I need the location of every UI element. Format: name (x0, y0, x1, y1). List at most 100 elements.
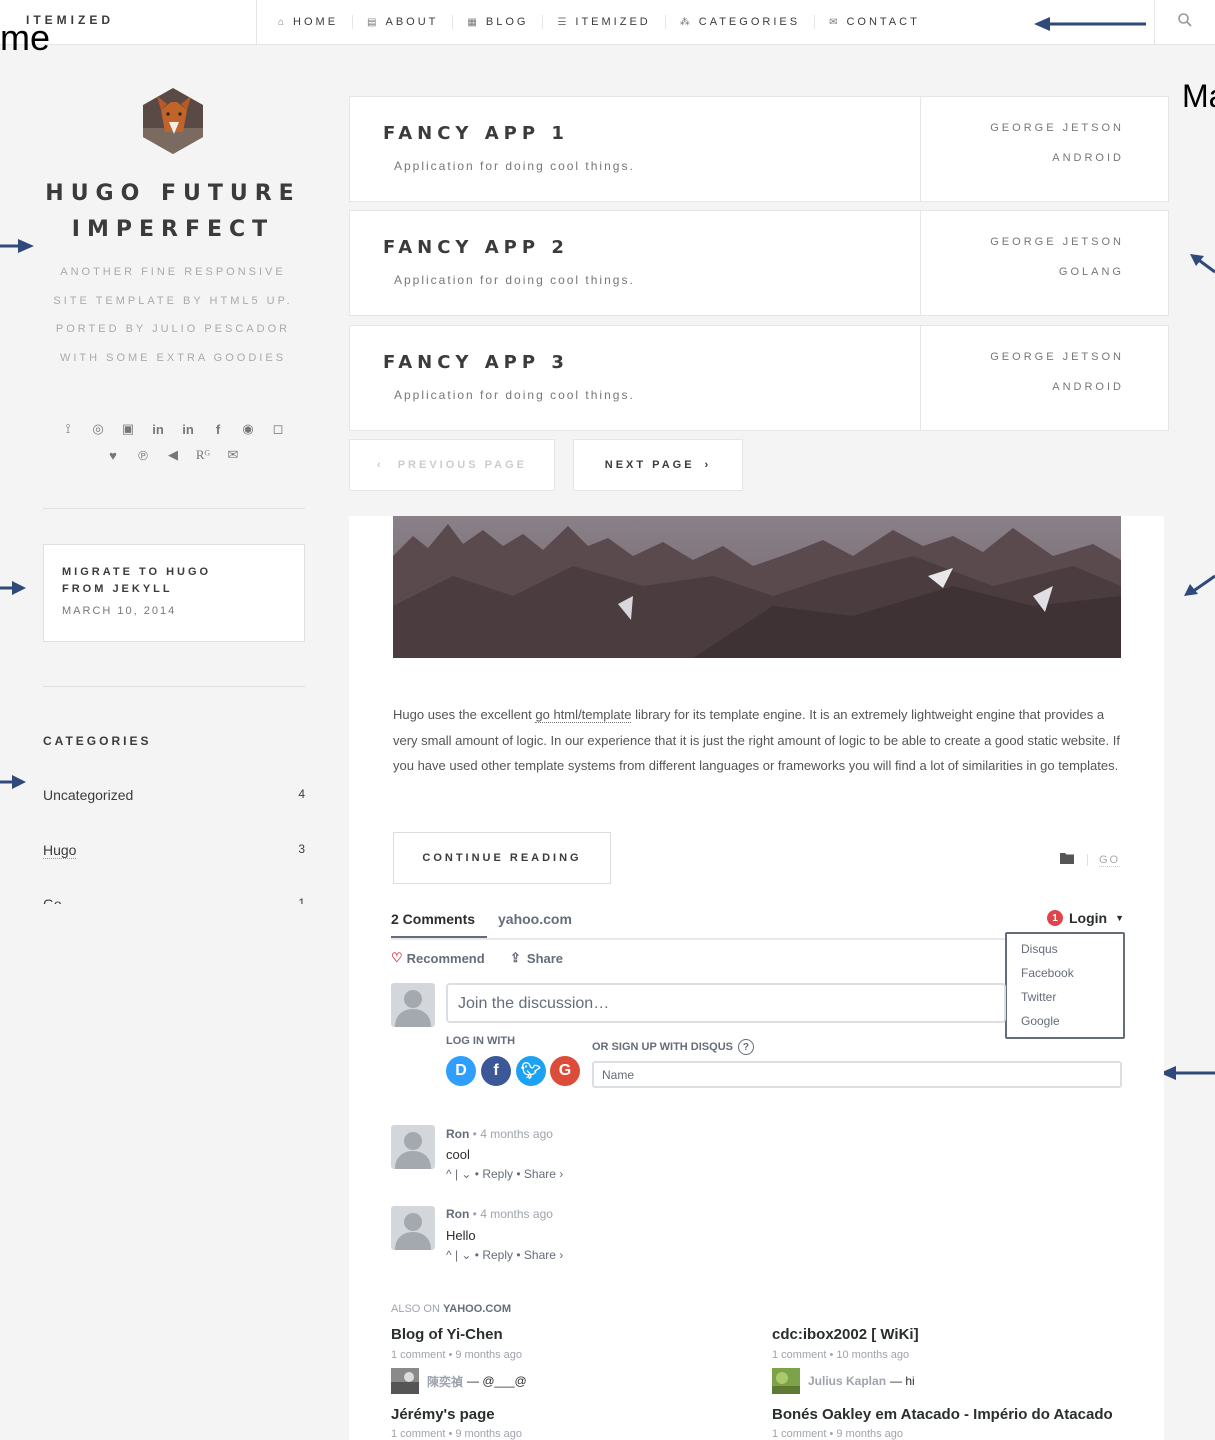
app-title[interactable]: FANCY APP 2 (383, 237, 569, 258)
comment-author[interactable]: Ron • 4 months ago (446, 1207, 553, 1221)
telegram-icon[interactable]: ◀ (165, 447, 181, 463)
share-label: Share (526, 950, 564, 966)
nav-contact[interactable]: ✉ CONTACT (814, 15, 934, 29)
recent-post-title[interactable]: MIGRATE TO HUGO FROM JEKYLL (62, 564, 242, 598)
instagram-icon[interactable]: ◻ (270, 421, 286, 437)
category-name[interactable]: Uncategorized (43, 787, 133, 803)
comment-count-tab[interactable]: 2 Comments (391, 911, 475, 927)
app-tag[interactable]: GOLANG (1059, 266, 1124, 278)
newspaper-icon: ▦ (467, 16, 480, 28)
recent-post-card[interactable]: MIGRATE TO HUGO FROM JEKYLL MARCH 10, 20… (43, 544, 305, 642)
app-tag[interactable]: ANDROID (1052, 152, 1124, 164)
category-name[interactable]: Hugo (43, 842, 77, 859)
category-name[interactable]: Go (43, 896, 62, 904)
linkedin-icon[interactable]: in (150, 422, 166, 437)
app-title[interactable]: FANCY APP 3 (383, 352, 569, 373)
author-name[interactable]: Ron (446, 1207, 469, 1221)
related-discussion-snippet[interactable]: Julius Kaplan — hi (772, 1368, 915, 1394)
sidebar-divider (43, 686, 305, 687)
app-tag[interactable]: ANDROID (1052, 381, 1124, 393)
related-discussion-snippet[interactable]: 陳奕禎 — @___@ (391, 1368, 527, 1394)
comment-time[interactable]: • 4 months ago (469, 1127, 553, 1141)
login-menu: Disqus Facebook Twitter Google (1005, 932, 1125, 1039)
app-card[interactable]: FANCY APP 2 Application for doing cool t… (349, 210, 1169, 316)
article-link[interactable]: go html/template (535, 707, 632, 723)
github-icon[interactable]: ◎ (90, 421, 106, 437)
app-subtitle: Application for doing cool things. (394, 159, 635, 173)
related-discussion-title[interactable]: Blog of Yi-Chen (391, 1326, 503, 1343)
twitter-login-button[interactable]: 🐦︎ (516, 1056, 546, 1086)
rss-icon[interactable]: ⟟ (60, 421, 76, 437)
app-author: GEORGE JETSON (990, 122, 1124, 134)
comment-actions[interactable]: ^ | ⌄ • Reply • Share › (446, 1248, 563, 1262)
site-title: HUGO FUTURE IMPERFECT (45, 181, 301, 242)
login-menu-item[interactable]: Facebook (1021, 966, 1074, 980)
facebook-icon[interactable]: f (210, 422, 226, 437)
linkedin-icon[interactable]: in (180, 422, 196, 437)
article-tag[interactable]: GO (1099, 854, 1121, 867)
heart-icon: ♡ (391, 950, 403, 965)
related-discussion-meta: 1 comment • 9 months ago (391, 1349, 523, 1361)
help-icon[interactable]: ? (737, 1039, 754, 1055)
login-menu-item[interactable]: Disqus (1021, 942, 1058, 956)
category-item[interactable]: Hugo 3 (43, 842, 305, 859)
next-page-button[interactable]: NEXT PAGE › (573, 439, 743, 491)
comment-actions[interactable]: ^ | ⌄ • Reply • Share › (446, 1167, 563, 1181)
app-author: GEORGE JETSON (990, 351, 1124, 363)
bitbucket-icon[interactable]: ▣ (120, 421, 136, 437)
email-icon[interactable]: ✉ (225, 447, 241, 463)
article-excerpt: Hugo uses the excellent go html/template… (393, 702, 1121, 779)
notification-badge: 1 (1047, 910, 1063, 926)
share-button[interactable]: ⇪ Share (510, 950, 563, 966)
nav-home[interactable]: ⌂ HOME (278, 15, 352, 29)
nav-blog[interactable]: ▦ BLOG (452, 15, 542, 29)
commenter-thumbnail (772, 1368, 800, 1394)
app-card[interactable]: FANCY APP 1 Application for doing cool t… (349, 96, 1169, 202)
related-discussion-title[interactable]: Jérémy's page (391, 1406, 495, 1423)
annotation-arrow (1034, 17, 1146, 31)
nav-divider (1154, 0, 1155, 44)
nav-about[interactable]: ▤ ABOUT (352, 15, 452, 29)
nav-categories[interactable]: ⁂ CATEGORIES (664, 15, 814, 29)
google-login-button[interactable]: G (550, 1056, 580, 1086)
continue-reading-button[interactable]: CONTINUE READING (393, 832, 611, 884)
login-dropdown[interactable]: 1 Login ▼ (1047, 910, 1124, 926)
category-item[interactable]: Uncategorized 4 (43, 787, 305, 803)
author-name[interactable]: Ron (446, 1127, 469, 1141)
login-menu-item[interactable]: Twitter (1021, 990, 1056, 1004)
comment-time[interactable]: • 4 months ago (469, 1207, 553, 1221)
app-subtitle: Application for doing cool things. (394, 273, 635, 287)
recommend-button[interactable]: ♡ Recommend (391, 950, 485, 966)
share-icon: ⇪ (510, 950, 521, 965)
twitter-icon[interactable]: ♥ (105, 448, 121, 463)
reddit-icon[interactable]: ◉ (240, 421, 256, 437)
commenter-thumbnail (391, 1368, 419, 1394)
recommend-label: Recommend (406, 950, 485, 966)
disqus-login-button[interactable]: D (446, 1056, 476, 1086)
pinterest-icon[interactable]: ℗ (135, 448, 151, 463)
comment-input[interactable]: Join the discussion… (446, 983, 1006, 1023)
related-discussion-title[interactable]: cdc:ibox2002 [ WiKi] (772, 1326, 919, 1343)
avatar[interactable] (143, 88, 203, 154)
app-title[interactable]: FANCY APP 1 (383, 123, 569, 144)
related-discussion-meta: 1 comment • 9 months ago (772, 1428, 904, 1440)
annotation-arrow (0, 775, 26, 789)
commenter-avatar[interactable] (391, 1206, 435, 1250)
comment-author[interactable]: Ron • 4 months ago (446, 1127, 553, 1141)
category-item[interactable]: Go 1 (43, 896, 305, 904)
app-card[interactable]: FANCY APP 3 Application for doing cool t… (349, 325, 1169, 431)
search-icon[interactable] (1177, 12, 1193, 28)
related-discussion-title[interactable]: Bonés Oakley em Atacado - Império do Ata… (772, 1406, 1113, 1423)
login-menu-item[interactable]: Google (1021, 1014, 1060, 1028)
nav-itemized[interactable]: ☰ ITEMIZED (542, 15, 664, 29)
previous-page-button[interactable]: ‹ PREVIOUS PAGE (349, 439, 555, 491)
facebook-login-button[interactable]: f (481, 1056, 511, 1086)
researchgate-icon[interactable]: Rᴳ (195, 447, 211, 463)
chevron-right-icon: › (704, 459, 712, 471)
card-divider (920, 97, 921, 201)
commenter-avatar[interactable] (391, 1125, 435, 1169)
app-author: GEORGE JETSON (990, 236, 1124, 248)
signup-text: OR SIGN UP WITH DISQUS (592, 1041, 733, 1053)
name-input[interactable]: Name (592, 1061, 1122, 1088)
community-tab[interactable]: yahoo.com (498, 911, 572, 927)
